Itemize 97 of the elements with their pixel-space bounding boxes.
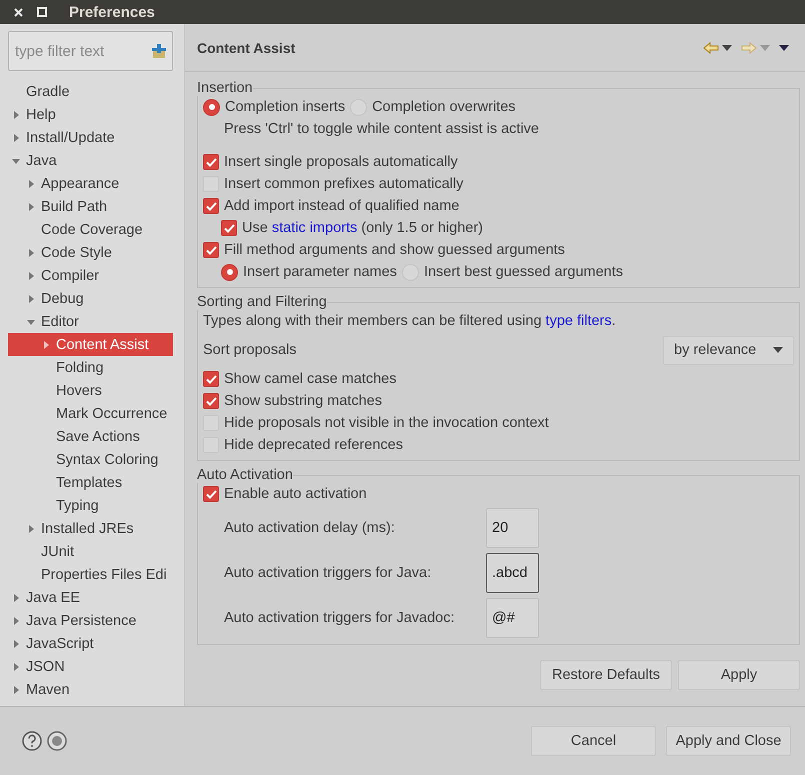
record-icon[interactable] bbox=[47, 731, 67, 751]
tree-item[interactable]: Java bbox=[8, 149, 173, 172]
radio-label: Insert best guessed arguments bbox=[424, 264, 624, 280]
view-menu-icon[interactable] bbox=[779, 44, 789, 50]
group-title: Sorting and Filtering bbox=[197, 294, 327, 310]
tree-item[interactable]: Save Actions bbox=[8, 425, 173, 448]
checkbox-label: Fill method arguments and show guessed arguments bbox=[224, 242, 565, 258]
page-title: Content Assist bbox=[197, 40, 296, 56]
tree-item[interactable]: Mark Occurrence bbox=[8, 402, 173, 425]
tree-item[interactable]: Folding bbox=[8, 356, 173, 379]
checkbox[interactable] bbox=[203, 393, 219, 409]
expand-arrow-icon[interactable] bbox=[27, 294, 35, 302]
radio-label: Completion inserts bbox=[225, 99, 346, 115]
expand-arrow-icon[interactable] bbox=[27, 202, 35, 210]
group-title: Auto Activation bbox=[197, 467, 293, 483]
tree-item[interactable]: Hovers bbox=[8, 379, 173, 402]
expand-arrow-icon[interactable] bbox=[42, 340, 50, 348]
sort-label: Sort proposals bbox=[203, 342, 296, 358]
radio-button[interactable] bbox=[203, 98, 220, 116]
collapse-arrow-icon[interactable] bbox=[27, 318, 35, 326]
tree-item[interactable]: Templates bbox=[8, 471, 173, 494]
checkbox-label: Hide proposals not visible in the invocation context bbox=[224, 415, 549, 431]
hint-text: Press 'Ctrl' to toggle while content assist is active bbox=[223, 120, 540, 139]
tree-item[interactable]: Install/Update bbox=[8, 126, 173, 149]
expand-arrow-icon[interactable] bbox=[12, 640, 20, 648]
checkbox[interactable] bbox=[203, 242, 219, 258]
checkbox-label: Hide deprecated references bbox=[224, 437, 403, 453]
expand-arrow-icon[interactable] bbox=[27, 272, 35, 280]
expand-arrow-icon[interactable] bbox=[12, 110, 20, 118]
window-title: Preferences bbox=[69, 4, 155, 20]
tree-item[interactable]: Installed JREs bbox=[8, 517, 173, 540]
sort-dropdown[interactable]: by relevance bbox=[663, 336, 794, 364]
radio-button[interactable] bbox=[221, 264, 238, 280]
tree-item[interactable]: Java Persistence bbox=[8, 609, 173, 632]
collapse-arrow-icon[interactable] bbox=[12, 156, 20, 164]
expand-arrow-icon[interactable] bbox=[27, 248, 35, 256]
tree-item[interactable]: Syntax Coloring bbox=[8, 448, 173, 471]
field-label: Auto activation delay (ms): bbox=[224, 520, 396, 536]
tree-item[interactable]: JavaScript bbox=[8, 632, 173, 655]
checkbox-label: Show camel case matches bbox=[224, 371, 396, 387]
back-arrow-icon[interactable] bbox=[703, 42, 719, 54]
tree-item[interactable]: Build Path bbox=[8, 195, 173, 218]
apply-and-close-button[interactable]: Apply and Close bbox=[666, 726, 791, 756]
caret-icon bbox=[773, 347, 783, 353]
tree-item[interactable]: Properties Files Edi bbox=[8, 563, 173, 586]
tree-item[interactable]: Typing bbox=[8, 494, 173, 517]
cancel-button[interactable]: Cancel bbox=[531, 726, 656, 756]
info-text: Types along with their members can be filtered using type filters. bbox=[203, 313, 616, 329]
expand-arrow-icon[interactable] bbox=[27, 524, 35, 532]
tree-item[interactable]: Code Style bbox=[8, 241, 173, 264]
close-icon[interactable] bbox=[14, 8, 23, 16]
checkbox-label: Insert common prefixes automatically bbox=[224, 176, 464, 192]
type-filters-link[interactable]: type filters bbox=[546, 313, 612, 329]
input-field[interactable]: .abcd bbox=[486, 552, 539, 592]
group-title: Insertion bbox=[197, 80, 253, 96]
tree-item[interactable]: Gradle bbox=[8, 80, 173, 103]
checkbox[interactable] bbox=[203, 486, 219, 502]
tree-item[interactable]: Java EE bbox=[8, 586, 173, 609]
dropdown-caret-icon[interactable] bbox=[722, 44, 732, 50]
tree-item[interactable]: Compiler bbox=[8, 264, 173, 287]
tree-item[interactable]: Appearance bbox=[8, 172, 173, 195]
tree-item[interactable]: Editor bbox=[8, 310, 173, 333]
field-label: Auto activation triggers for Javadoc: bbox=[224, 610, 456, 626]
tree-item[interactable]: Content Assist bbox=[8, 333, 173, 356]
checkbox[interactable] bbox=[221, 220, 237, 236]
tree-item[interactable]: JUnit bbox=[8, 540, 173, 563]
field-label: Auto activation triggers for Java: bbox=[224, 564, 432, 580]
expand-arrow-icon[interactable] bbox=[12, 662, 20, 670]
tree-item[interactable]: Debug bbox=[8, 287, 173, 310]
tree-item[interactable]: Help bbox=[8, 103, 173, 126]
radio-label: Completion overwrites bbox=[372, 99, 516, 115]
radio-label: Insert parameter names bbox=[243, 264, 397, 280]
checkbox[interactable] bbox=[203, 371, 219, 387]
checkbox[interactable] bbox=[203, 154, 219, 170]
expand-arrow-icon[interactable] bbox=[12, 594, 20, 602]
apply-button[interactable]: Apply bbox=[678, 660, 800, 690]
expand-arrow-icon[interactable] bbox=[27, 180, 35, 188]
checkbox-label: Use static imports (only 1.5 or higher) bbox=[242, 220, 483, 236]
search-field[interactable]: type filter text bbox=[8, 31, 173, 71]
input-field[interactable]: @# bbox=[486, 598, 539, 638]
checkbox-label: Add import instead of qualified name bbox=[224, 198, 460, 214]
expand-arrow-icon[interactable] bbox=[12, 616, 20, 624]
expand-arrow-icon[interactable] bbox=[12, 134, 20, 142]
forward-arrow-icon[interactable] bbox=[741, 42, 757, 54]
maximize-icon[interactable] bbox=[37, 7, 47, 17]
restore-defaults-button[interactable]: Restore Defaults bbox=[540, 660, 672, 690]
checkbox-label: Show substring matches bbox=[224, 393, 382, 409]
checkbox[interactable] bbox=[203, 198, 219, 214]
tree-item[interactable]: Maven bbox=[8, 678, 173, 701]
input-field[interactable]: 20 bbox=[486, 508, 539, 548]
help-icon[interactable] bbox=[22, 731, 42, 751]
checkbox-label: Enable auto activation bbox=[224, 486, 367, 502]
expand-arrow-icon[interactable] bbox=[12, 686, 20, 694]
checkbox-label: Insert single proposals automatically bbox=[224, 154, 458, 170]
static-imports-link[interactable]: static imports bbox=[272, 220, 358, 236]
tree-item[interactable]: JSON bbox=[8, 655, 173, 678]
tree-item[interactable]: Code Coverage bbox=[8, 218, 173, 241]
